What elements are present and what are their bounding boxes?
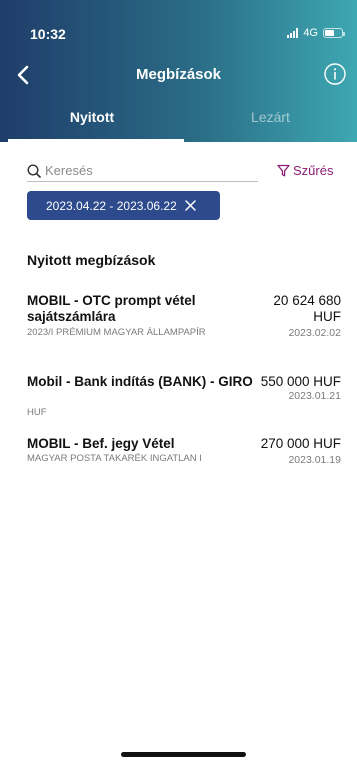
order-subtitle: MAGYAR POSTA TAKARÉK INGATLAN I <box>27 453 202 464</box>
status-icons: 4G <box>287 27 345 39</box>
close-icon[interactable] <box>185 200 196 211</box>
search-field[interactable] <box>27 160 258 182</box>
order-subtitle: 2023/I PRÉMIUM MAGYAR ÁLLAMPAPÍR <box>27 327 206 338</box>
search-icon <box>27 163 41 178</box>
header: 10:32 4G Megbízások Nyitott Lezárt <box>0 0 357 142</box>
tab-bar: Nyitott Lezárt <box>0 104 357 142</box>
navigation-bar: Megbízások <box>0 60 357 90</box>
order-amount: 270 000 HUF <box>261 436 341 452</box>
filter-button[interactable]: Szűrés <box>277 163 333 178</box>
status-bar: 10:32 4G <box>0 0 357 44</box>
network-label: 4G <box>303 27 318 39</box>
tab-closed[interactable]: Lezárt <box>184 104 357 142</box>
battery-icon <box>323 28 345 38</box>
page-title: Megbízások <box>135 66 222 83</box>
order-item[interactable]: MOBIL - OTC prompt vétel sajátszámlára 2… <box>27 293 341 355</box>
info-icon <box>324 63 346 85</box>
order-date: 2023.01.21 <box>288 390 341 402</box>
order-item[interactable]: Mobil - Bank indítás (BANK) - GIRO HUF 5… <box>27 374 341 418</box>
section-title: Nyitott megbízások <box>27 252 156 268</box>
filter-label: Szűrés <box>293 163 334 178</box>
order-name: MOBIL - Bef. jegy Vétel <box>27 436 175 451</box>
home-indicator[interactable] <box>121 752 246 757</box>
order-amount-value: 270 000 HUF <box>260 436 341 451</box>
search-input[interactable] <box>45 163 245 178</box>
order-amount-value: 550 000 HUF <box>260 374 341 389</box>
filter-icon <box>277 164 290 177</box>
order-amount-currency: HUF <box>313 309 341 324</box>
order-name: MOBIL - OTC prompt vétel sajátszámlára <box>27 293 196 324</box>
order-date: 2023.01.19 <box>288 454 341 466</box>
order-subtitle: HUF <box>27 407 47 418</box>
info-button[interactable] <box>323 62 347 86</box>
order-item[interactable]: MOBIL - Bef. jegy Vétel MAGYAR POSTA TAK… <box>27 436 341 468</box>
order-name: Mobil - Bank indítás (BANK) - GIRO <box>27 374 253 389</box>
date-range-chip: 2023.04.22 - 2023.06.22 <box>27 191 220 220</box>
order-amount-value: 20 624 680 <box>273 293 341 308</box>
tab-open[interactable]: Nyitott <box>0 104 184 142</box>
order-amount: 550 000 HUF <box>261 374 341 390</box>
order-amount: 20 624 680 HUF <box>273 293 341 325</box>
date-range-label: 2023.04.22 - 2023.06.22 <box>46 198 177 213</box>
signal-icon <box>287 28 299 38</box>
status-time: 10:32 <box>30 26 66 42</box>
order-date: 2023.02.02 <box>288 327 341 339</box>
